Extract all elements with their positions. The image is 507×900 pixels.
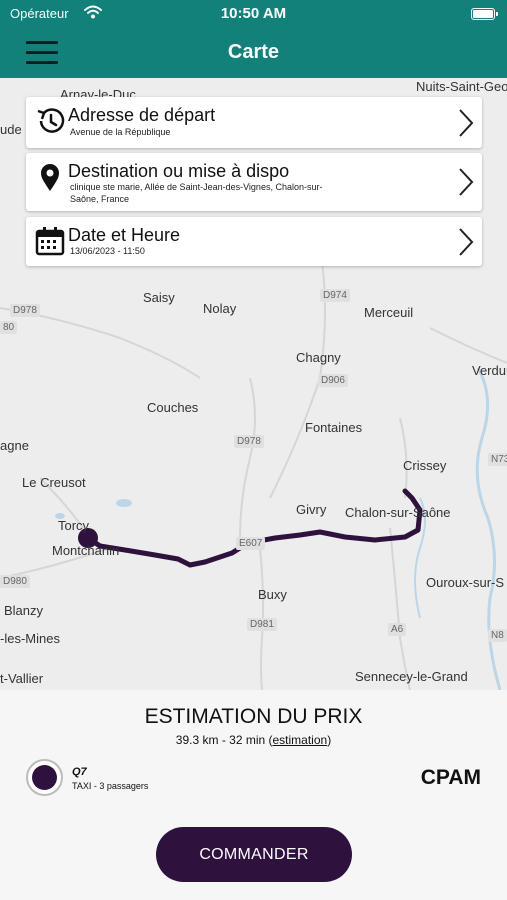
road-label: D978 — [10, 304, 40, 317]
datetime-title: Date et Heure — [68, 225, 181, 245]
destination-title: Destination ou mise à dispo — [68, 161, 290, 181]
road-label: N73 — [488, 453, 507, 466]
road-label: D906 — [318, 374, 348, 387]
map-place: Montchanin — [52, 543, 120, 558]
map-place: Ouroux-sur-S — [426, 575, 505, 590]
map-place: Couches — [147, 400, 199, 415]
map-view[interactable]: Arnay-le-Duc Nuits-Saint-Geo ude Meursau… — [0, 78, 507, 690]
estimate-title: ESTIMATION DU PRIX — [144, 705, 363, 728]
departure-title: Adresse de départ — [68, 105, 216, 125]
vehicle-select-radio[interactable] — [26, 759, 63, 796]
destination-card[interactable]: Destination ou mise à dispo clinique ste… — [26, 153, 482, 211]
navigation-bar: Carte — [0, 30, 507, 78]
departure-subtitle: Avenue de la République — [70, 127, 171, 137]
datetime-subtitle: 13/06/2023 - 11:50 — [70, 246, 145, 256]
map-place: Blanzy — [4, 603, 44, 618]
estimation-link[interactable]: estimation — [273, 733, 328, 747]
map-place: t-Vallier — [0, 671, 44, 686]
vehicle-price: CPAM — [420, 766, 481, 789]
map-place: Buxy — [258, 587, 287, 602]
history-icon — [37, 108, 65, 133]
map-place: Le Creusot — [22, 475, 86, 490]
road-label: A6 — [388, 623, 407, 636]
map-place: agne — [0, 438, 29, 453]
chevron-right-icon — [459, 108, 474, 137]
chevron-right-icon — [459, 227, 474, 256]
map-place: Sennecey-le-Grand — [355, 669, 468, 684]
departure-address-card[interactable]: Adresse de départ Avenue de la Républiqu… — [26, 97, 482, 148]
map-place: Crissey — [403, 458, 447, 473]
map-place: ude — [0, 122, 22, 137]
radio-selected-dot — [32, 765, 57, 790]
destination-subtitle-line1: clinique ste marie, Allée de Saint-Jean-… — [70, 182, 323, 192]
calendar-icon — [35, 227, 65, 256]
map-place: Verdun — [472, 363, 507, 378]
order-button[interactable]: COMMANDER — [156, 827, 352, 882]
page-title: Carte — [227, 41, 280, 63]
map-place: Fontaines — [305, 420, 363, 435]
chevron-right-icon — [459, 168, 474, 196]
route-line — [85, 488, 423, 568]
road-label: D978 — [234, 435, 264, 448]
map-place: Merceuil — [364, 305, 414, 320]
destination-subtitle-line2: Saône, France — [70, 194, 130, 204]
status-time: 10:50 AM — [220, 5, 287, 22]
map-place: Givry — [296, 502, 327, 517]
road-label: E607 — [236, 537, 266, 550]
estimate-close-paren: ) — [327, 733, 332, 747]
map-place: Nuits-Saint-Geo — [416, 79, 507, 94]
vehicle-name: Q7 — [72, 766, 87, 778]
map-place: -les-Mines — [0, 631, 60, 646]
road-label: N8 — [488, 629, 507, 642]
distance-time: 39.3 km - 32 min ( — [175, 733, 273, 747]
road-label: 80 — [0, 321, 18, 334]
map-place: Chalon-sur-Saône — [345, 505, 451, 520]
status-bar: Opérateur 10:50 AM — [0, 0, 507, 30]
map-place: Saisy — [143, 290, 175, 305]
map-place: Nolay — [203, 301, 237, 316]
map-place: Torcy — [58, 518, 90, 533]
road-label: D980 — [0, 575, 30, 588]
location-pin-icon — [41, 164, 59, 191]
datetime-card[interactable]: Date et Heure 13/06/2023 - 11:50 — [26, 217, 482, 266]
estimate-info: 39.3 km - 32 min (estimation) — [0, 733, 507, 747]
road-label: D981 — [247, 618, 277, 631]
map-place: Chagny — [296, 350, 341, 365]
road-label: D974 — [320, 289, 350, 302]
battery-icon — [471, 8, 498, 20]
vehicle-description: TAXI - 3 passagers — [72, 781, 149, 791]
estimate-panel: ESTIMATION DU PRIX 39.3 km - 32 min (est… — [0, 690, 507, 900]
